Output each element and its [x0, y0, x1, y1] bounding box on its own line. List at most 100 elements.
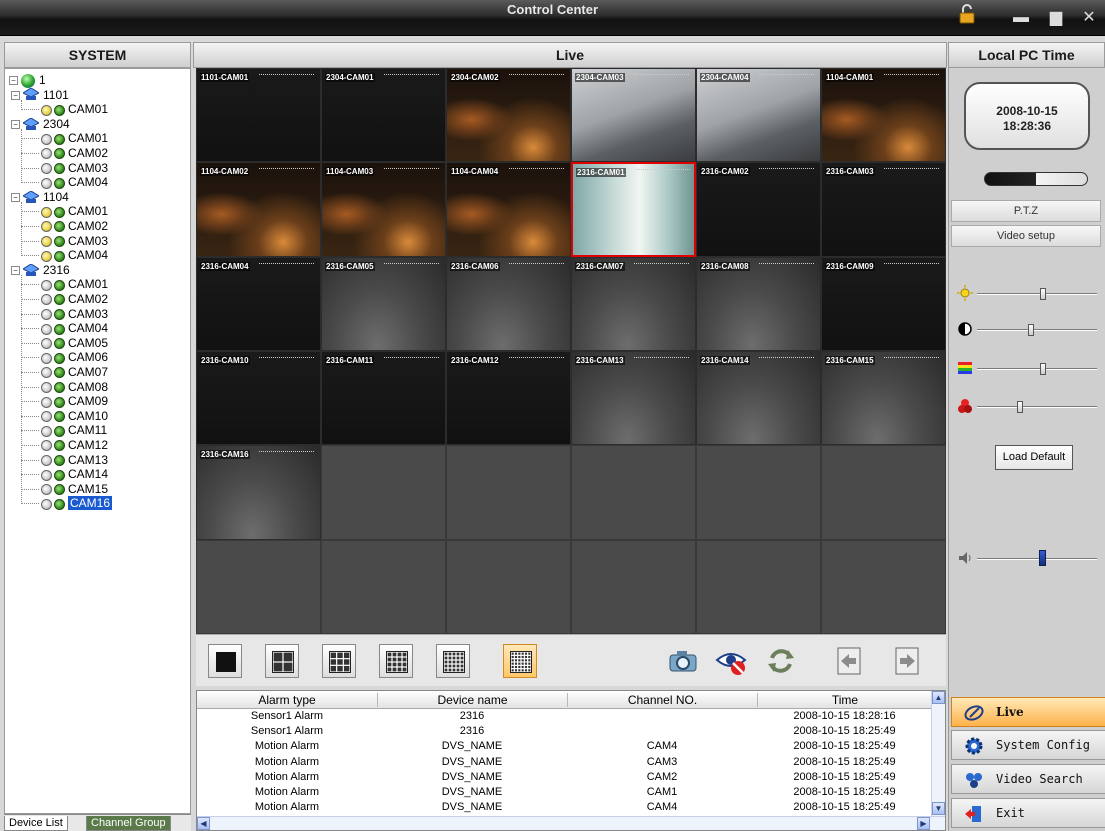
video-cell-2316-cam01[interactable]: 2316-CAM01: [571, 162, 696, 257]
volume-slider[interactable]: [977, 550, 1097, 566]
video-cell-2304-cam03[interactable]: 2304-CAM03: [571, 68, 696, 163]
scroll-down-icon[interactable]: ▼: [932, 802, 945, 815]
collapse-icon[interactable]: −: [9, 76, 18, 86]
nav-live-button[interactable]: Live: [951, 697, 1105, 727]
previous-page-icon[interactable]: [832, 644, 866, 678]
tree-channel-2316-CAM13[interactable]: CAM13: [41, 453, 108, 468]
tree-channel-2316-CAM11[interactable]: CAM11: [41, 423, 107, 438]
video-cell-empty[interactable]: [571, 445, 696, 540]
tree-channel-2316-CAM09[interactable]: CAM09: [41, 394, 108, 409]
tree-channel-2316-CAM16[interactable]: CAM16: [41, 496, 113, 511]
video-cell-2316-cam07[interactable]: 2316-CAM07: [571, 256, 696, 351]
tree-channel-2316-CAM05[interactable]: CAM05: [41, 336, 108, 351]
video-cell-2316-cam15[interactable]: 2316-CAM15: [821, 351, 946, 446]
brightness-slider[interactable]: [977, 288, 1097, 300]
3x3-layout-icon[interactable]: [322, 644, 356, 678]
tree-channel-2316-CAM10[interactable]: CAM10: [41, 409, 108, 424]
tree-channel-2304-CAM01[interactable]: CAM01: [41, 131, 108, 146]
table-row[interactable]: Motion Alarm DVS_NAME CAM1 2008-10-15 18:25…: [197, 787, 932, 798]
video-cell-empty[interactable]: [196, 539, 321, 634]
collapse-icon[interactable]: −: [11, 90, 20, 100]
video-cell-2304-cam01[interactable]: 2304-CAM01: [321, 68, 446, 163]
5x5-layout-icon[interactable]: [436, 644, 470, 678]
tree-channel-2316-CAM03[interactable]: CAM03: [41, 307, 108, 322]
device-tree[interactable]: −1−1101 CAM01−2304 CAM01 CAM02 CAM03 CAM04−11…: [4, 68, 191, 814]
tree-channel-2316-CAM14[interactable]: CAM14: [41, 467, 108, 482]
tree-device-1104[interactable]: − 1104: [11, 190, 69, 205]
2x2-layout-icon[interactable]: [265, 644, 299, 678]
video-cell-2316-cam13[interactable]: 2316-CAM13: [571, 351, 696, 446]
tree-channel-2316-CAM07[interactable]: CAM07: [41, 365, 108, 380]
video-cell-2304-cam04[interactable]: 2304-CAM04: [696, 68, 821, 163]
column-header[interactable]: Alarm type: [197, 693, 377, 707]
video-cell-1104-cam03[interactable]: 1104-CAM03: [321, 162, 446, 257]
nav-exit-button[interactable]: Exit: [951, 798, 1105, 828]
table-row[interactable]: Motion Alarm DVS_NAME CAM4 2008-10-15 18:25…: [197, 802, 932, 813]
slider-thumb[interactable]: [1039, 363, 1046, 375]
video-cell-2316-cam03[interactable]: 2316-CAM03: [821, 162, 946, 257]
video-cell-empty[interactable]: [821, 539, 946, 634]
close-icon[interactable]: ✕: [1078, 8, 1100, 28]
video-cell-2304-cam02[interactable]: 2304-CAM02: [446, 68, 571, 163]
table-row[interactable]: Motion Alarm DVS_NAME CAM2 2008-10-15 18:25…: [197, 771, 932, 783]
video-cell-2316-cam14[interactable]: 2316-CAM14: [696, 351, 821, 446]
contrast-slider[interactable]: [977, 324, 1097, 336]
video-setup-button[interactable]: Video setup: [951, 225, 1101, 247]
video-cell-2316-cam11[interactable]: 2316-CAM11: [321, 351, 446, 446]
column-header[interactable]: Channel NO.: [567, 693, 757, 707]
collapse-icon[interactable]: −: [11, 120, 20, 130]
tab-channel-group[interactable]: Channel Group: [86, 816, 171, 831]
video-cell-1104-cam01[interactable]: 1104-CAM01: [821, 68, 946, 163]
tree-device-2304[interactable]: − 2304: [11, 117, 70, 132]
video-cell-2316-cam10[interactable]: 2316-CAM10: [196, 351, 321, 446]
table-row[interactable]: Motion Alarm DVS_NAME CAM3 2008-10-15 18:25…: [197, 756, 932, 768]
volume-slider-thumb[interactable]: [1039, 550, 1047, 566]
collapse-icon[interactable]: −: [11, 266, 20, 276]
collapse-icon[interactable]: −: [11, 193, 20, 203]
video-cell-2316-cam16[interactable]: 2316-CAM16: [196, 445, 321, 540]
video-cell-empty[interactable]: [821, 445, 946, 540]
live-video-grid[interactable]: 1101-CAM01 2304-CAM01 2304-CAM02 2304-CAM03…: [196, 68, 946, 634]
scroll-up-icon[interactable]: ▲: [932, 691, 945, 704]
tree-channel-2316-CAM06[interactable]: CAM06: [41, 350, 108, 365]
tree-channel-2316-CAM04[interactable]: CAM04: [41, 321, 108, 336]
1x1-layout-icon[interactable]: [208, 644, 242, 678]
maximize-icon[interactable]: ▆: [1045, 8, 1067, 28]
table-row[interactable]: Sensor1 Alarm 2316 2008-10-15 18:25:49: [197, 726, 932, 737]
tab-device-list[interactable]: Device List: [4, 816, 68, 831]
video-cell-2316-cam05[interactable]: 2316-CAM05: [321, 256, 446, 351]
next-page-icon[interactable]: [890, 644, 924, 678]
table-row[interactable]: Sensor1 Alarm 2316 2008-10-15 18:28:16: [197, 711, 932, 722]
lock-icon[interactable]: [958, 4, 976, 24]
tree-channel-2316-CAM01[interactable]: CAM01: [41, 277, 108, 292]
scroll-left-icon[interactable]: ◀: [197, 817, 210, 830]
video-cell-2316-cam09[interactable]: 2316-CAM09: [821, 256, 946, 351]
alarm-table[interactable]: Alarm type Device name Channel NO. Time Sen…: [196, 690, 946, 831]
refresh-icon[interactable]: [764, 644, 798, 678]
tree-root[interactable]: −1: [9, 73, 46, 88]
tree-channel-1101-CAM01[interactable]: CAM01: [41, 102, 108, 117]
tree-channel-1104-CAM04[interactable]: CAM04: [41, 248, 108, 263]
slider-thumb[interactable]: [1016, 401, 1023, 413]
video-cell-empty[interactable]: [321, 445, 446, 540]
tree-channel-2304-CAM03[interactable]: CAM03: [41, 161, 108, 176]
column-header[interactable]: Time: [757, 693, 932, 707]
video-cell-2316-cam12[interactable]: 2316-CAM12: [446, 351, 571, 446]
alarm-horizontal-scrollbar[interactable]: ◀ ▶: [197, 816, 945, 830]
video-cell-2316-cam08[interactable]: 2316-CAM08: [696, 256, 821, 351]
load-default-button[interactable]: Load Default: [995, 445, 1073, 470]
tree-channel-1104-CAM01[interactable]: CAM01: [41, 204, 108, 219]
tree-channel-1104-CAM02[interactable]: CAM02: [41, 219, 108, 234]
nav-system-config-button[interactable]: System Config: [951, 730, 1105, 760]
video-cell-1101-cam01[interactable]: 1101-CAM01: [196, 68, 321, 163]
alarm-vertical-scrollbar[interactable]: ▲ ▼: [931, 691, 945, 816]
video-cell-1104-cam04[interactable]: 1104-CAM04: [446, 162, 571, 257]
video-cell-2316-cam02[interactable]: 2316-CAM02: [696, 162, 821, 257]
video-cell-empty[interactable]: [321, 539, 446, 634]
tree-channel-2316-CAM12[interactable]: CAM12: [41, 438, 108, 453]
video-cell-empty[interactable]: [571, 539, 696, 634]
video-cell-1104-cam02[interactable]: 1104-CAM02: [196, 162, 321, 257]
4x4-layout-icon[interactable]: [379, 644, 413, 678]
slider-thumb[interactable]: [1039, 288, 1046, 300]
video-cell-empty[interactable]: [696, 539, 821, 634]
